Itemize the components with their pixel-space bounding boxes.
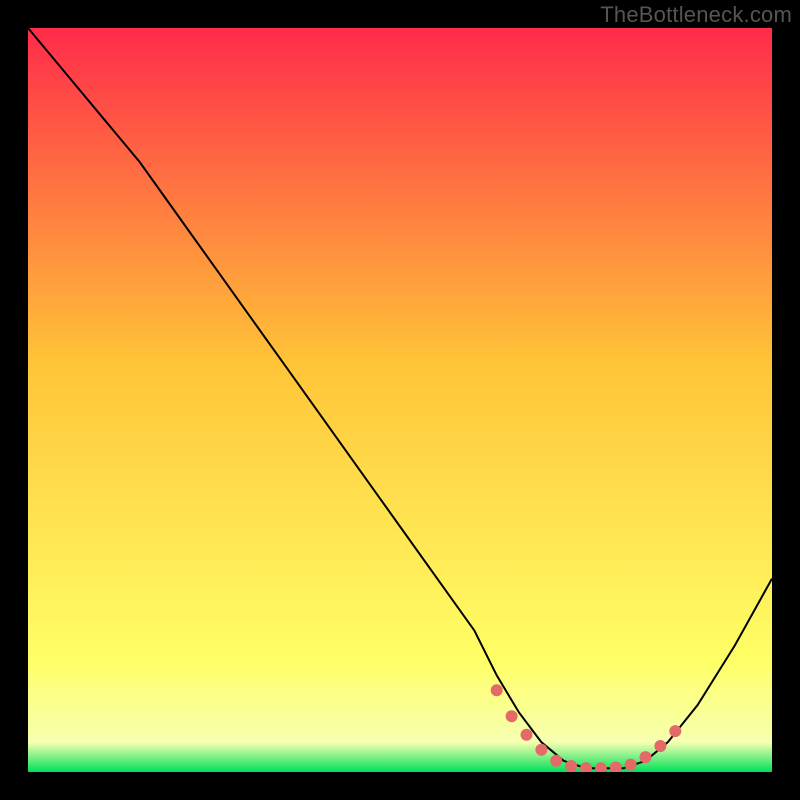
plot-area xyxy=(28,28,772,772)
marker-dot xyxy=(654,740,666,752)
gradient-background xyxy=(28,28,772,772)
marker-dot xyxy=(491,684,503,696)
marker-dot xyxy=(565,760,577,772)
marker-dot xyxy=(625,759,637,771)
chart-frame: TheBottleneck.com xyxy=(0,0,800,800)
marker-dot xyxy=(506,710,518,722)
marker-dot xyxy=(550,755,562,767)
marker-dot xyxy=(535,744,547,756)
marker-dot xyxy=(640,751,652,763)
marker-dot xyxy=(521,729,533,741)
watermark-text: TheBottleneck.com xyxy=(600,2,792,28)
chart-svg xyxy=(28,28,772,772)
marker-dot xyxy=(669,725,681,737)
